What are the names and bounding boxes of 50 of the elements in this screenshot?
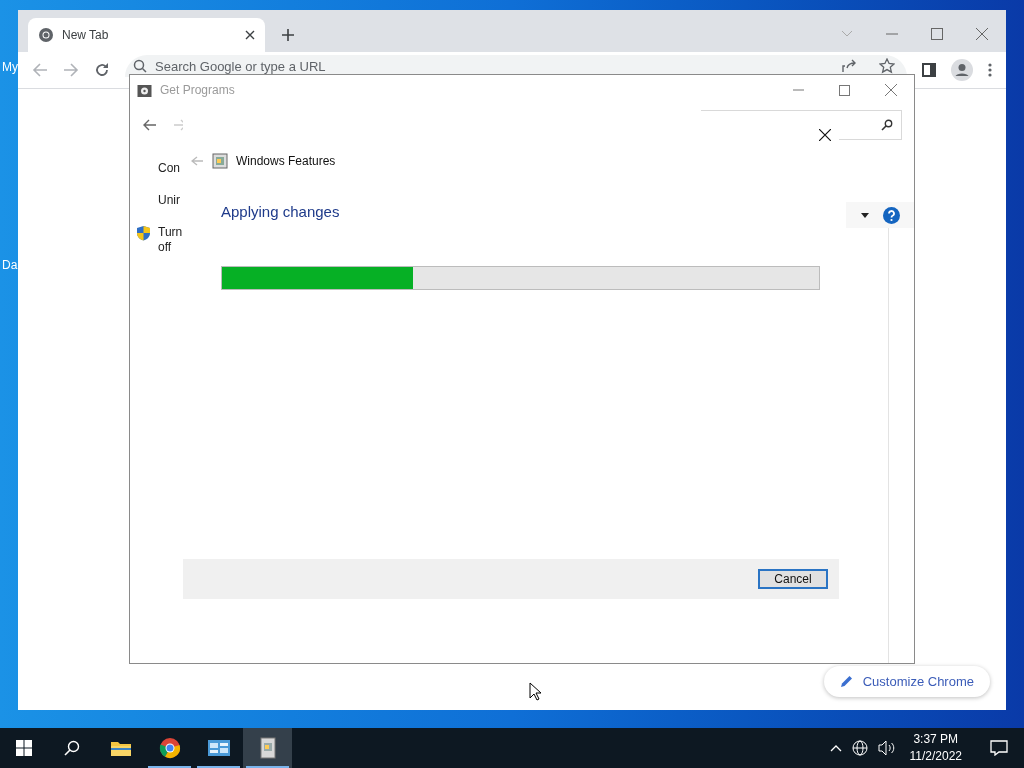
shield-icon [136, 225, 151, 241]
speaker-icon[interactable] [877, 740, 896, 756]
features-icon [258, 737, 277, 759]
star-icon[interactable] [879, 58, 895, 74]
taskbar-app[interactable] [243, 728, 292, 768]
chrome-icon [38, 27, 54, 43]
control-panel-icon [206, 738, 231, 758]
sidebar-link[interactable]: Turn off [158, 225, 182, 255]
maximize-icon[interactable] [839, 84, 850, 96]
sidebar-link[interactable]: Con [158, 161, 182, 176]
close-icon[interactable] [819, 129, 831, 141]
caret-icon[interactable] [861, 212, 869, 218]
maximize-icon[interactable] [931, 28, 943, 40]
address-placeholder: Search Google or type a URL [155, 58, 327, 74]
cancel-button[interactable]: Cancel [758, 569, 828, 589]
help-icon[interactable] [883, 206, 900, 224]
chrome-icon [158, 737, 181, 759]
share-icon[interactable] [841, 59, 857, 73]
windows-icon [16, 740, 32, 756]
folder-icon [109, 739, 132, 757]
search-icon [64, 740, 80, 756]
search-icon [881, 119, 893, 131]
desktop-icon-label: My [2, 59, 18, 76]
menu-icon[interactable] [988, 63, 992, 77]
clock-date: 11/2/2022 [909, 748, 962, 765]
programs-icon [137, 82, 152, 98]
side-panel-icon[interactable] [922, 63, 936, 77]
close-icon[interactable] [245, 30, 255, 40]
clock-time: 3:37 PM [913, 731, 959, 748]
sidebar-link[interactable]: Unir [158, 193, 182, 208]
chevron-up-icon[interactable] [829, 744, 842, 752]
globe-icon[interactable] [851, 740, 868, 756]
features-icon [212, 153, 228, 169]
plus-icon[interactable] [281, 28, 295, 42]
tab-title: New Tab [62, 27, 110, 44]
profile-icon[interactable] [951, 59, 973, 81]
customize-chrome-button[interactable]: Customize Chrome [823, 666, 990, 697]
mouse-pointer-icon [529, 682, 542, 701]
clock[interactable]: 3:37 PM 11/2/2022 [905, 731, 966, 765]
notification-icon[interactable] [990, 740, 1008, 756]
address-bar[interactable]: Search Google or type a URL [125, 55, 907, 77]
desktop-icon-label: Da [2, 257, 18, 274]
pencil-icon [839, 675, 853, 688]
reload-icon[interactable] [94, 62, 110, 78]
status-heading: Applying changes [220, 202, 341, 222]
window-title: Get Programs [160, 82, 236, 99]
browser-tab[interactable]: New Tab [28, 18, 265, 52]
back-icon[interactable] [143, 119, 157, 131]
dialog-title: Windows Features [236, 153, 336, 170]
search-icon [133, 59, 147, 73]
